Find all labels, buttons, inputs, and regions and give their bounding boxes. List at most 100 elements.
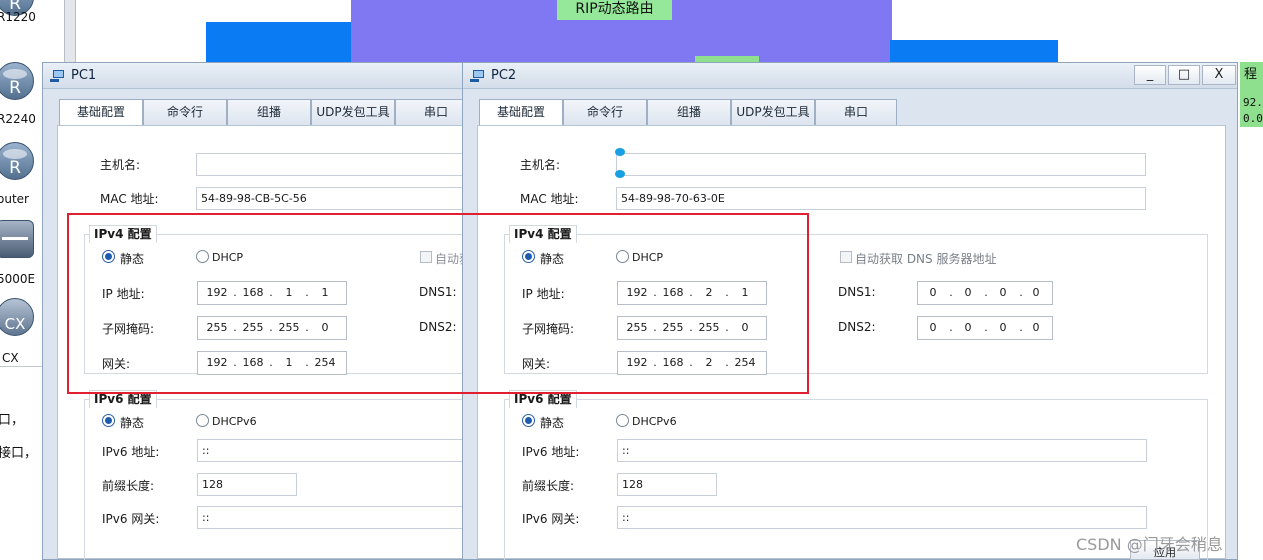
- dns1-input[interactable]: 0. 0. 0. 0: [917, 281, 1053, 305]
- tab-multicast[interactable]: 组播: [647, 99, 731, 125]
- mac-input[interactable]: 54-89-98-70-63-0E: [616, 187, 1146, 210]
- static-v6-label: 静态: [540, 416, 565, 430]
- dhcp-label: DHCP: [632, 251, 664, 264]
- mac-input[interactable]: 54-89-98-CB-5C-56: [196, 187, 486, 210]
- ipv6-gateway-label: IPv6 网关:: [102, 512, 160, 526]
- static-v6-radio[interactable]: [522, 414, 535, 427]
- device-cx[interactable]: CX CX: [0, 298, 42, 376]
- device-router[interactable]: R outer: [0, 142, 42, 220]
- static-v6-radio[interactable]: [102, 414, 115, 427]
- auto-dns-checkbox[interactable]: [840, 251, 852, 263]
- device-r2240[interactable]: R R2240: [0, 62, 42, 140]
- device-label: R1220: [0, 10, 36, 24]
- gateway-input[interactable]: 192. 168. 1. 254: [197, 351, 347, 375]
- pc2-config-window: PC2 _ □ X 基础配置 命令行 组播 UDP发包工具 串口 主机名: MA…: [462, 62, 1238, 560]
- hostname-input[interactable]: [196, 153, 486, 176]
- auto-dns-checkbox[interactable]: [420, 251, 432, 263]
- window-title: PC2: [491, 68, 517, 83]
- device-r1220[interactable]: R R1220: [0, 0, 42, 56]
- minimize-button[interactable]: _: [1134, 65, 1166, 85]
- hostname-input[interactable]: [616, 153, 1146, 176]
- dns2-label: DNS2:: [419, 320, 457, 334]
- ipv4-group: IPv4 配置 静态 DHCP 自动获 IP 地址: 192. 168. 1. …: [84, 225, 504, 375]
- loading-icon: [615, 148, 625, 156]
- side-note-line: 92.: [1243, 96, 1263, 109]
- pc-icon: [470, 69, 486, 83]
- ipv6-group-title: IPv6 配置: [509, 390, 577, 408]
- dhcpv6-radio[interactable]: [196, 414, 209, 427]
- ipv6-address-input[interactable]: ::: [197, 439, 497, 462]
- dhcpv6-radio[interactable]: [616, 414, 629, 427]
- static-label: 静态: [120, 252, 145, 266]
- palette-splitter[interactable]: [64, 0, 76, 62]
- prefix-length-label: 前缀长度:: [522, 479, 575, 493]
- tab-udp-tool[interactable]: UDP发包工具: [731, 99, 815, 125]
- tab-serial[interactable]: 串口: [815, 99, 897, 125]
- hostname-label: 主机名:: [100, 158, 141, 172]
- gateway-input[interactable]: 192. 168. 2. 254: [617, 351, 767, 375]
- router-icon: R: [0, 142, 34, 180]
- mac-label: MAC 地址:: [100, 192, 159, 206]
- hostname-label: 主机名:: [520, 158, 561, 172]
- tab-basic-config[interactable]: 基础配置: [479, 99, 563, 125]
- prefix-length-label: 前缀长度:: [102, 479, 155, 493]
- ipv6-address-input[interactable]: ::: [617, 439, 1147, 462]
- mask-label: 子网掩码:: [522, 322, 575, 336]
- ipv4-group-title: IPv4 配置: [89, 225, 157, 243]
- device-5000e[interactable]: 5000E: [0, 220, 42, 298]
- gateway-label: 网关:: [102, 357, 131, 371]
- ipv4-group-title: IPv4 配置: [509, 225, 577, 243]
- static-label: 静态: [540, 252, 565, 266]
- gateway-label: 网关:: [522, 357, 551, 371]
- tab-udp-tool[interactable]: UDP发包工具: [311, 99, 395, 125]
- tab-command-line[interactable]: 命令行: [563, 99, 647, 125]
- side-note-line: 0.0: [1243, 112, 1263, 125]
- maximize-button[interactable]: □: [1168, 65, 1200, 85]
- mask-label: 子网掩码:: [102, 322, 155, 336]
- pc1-basic-panel: 主机名: MAC 地址: 54-89-98-CB-5C-56 IPv4 配置 静…: [57, 125, 504, 560]
- dns1-label: DNS1:: [419, 285, 457, 299]
- static-radio[interactable]: [102, 250, 115, 263]
- ip-address-input[interactable]: 192. 168. 2. 1: [617, 281, 767, 305]
- close-button[interactable]: X: [1202, 65, 1236, 85]
- ipv6-gateway-input[interactable]: ::: [197, 506, 497, 529]
- ip-label: IP 地址:: [102, 287, 145, 301]
- switch-icon: [0, 220, 34, 258]
- pc1-titlebar[interactable]: PC1: [43, 63, 465, 89]
- dns2-input[interactable]: 0. 0. 0. 0: [917, 316, 1053, 340]
- device-palette: R R1220 R R2240 R outer 5000E CX CX 口， 接…: [0, 0, 42, 560]
- dhcp-radio[interactable]: [616, 250, 629, 263]
- prefix-length-input[interactable]: 128: [197, 473, 297, 496]
- auto-dns-label: 自动获取 DNS 服务器地址: [855, 252, 997, 266]
- subnet-mask-input[interactable]: 255. 255. 255. 0: [197, 316, 347, 340]
- dns2-label: DNS2:: [838, 320, 876, 334]
- prefix-length-input[interactable]: 128: [617, 473, 717, 496]
- router-icon: R: [0, 62, 34, 100]
- tab-multicast[interactable]: 组播: [227, 99, 311, 125]
- area-left: [206, 22, 354, 62]
- tab-basic-config[interactable]: 基础配置: [59, 99, 143, 125]
- ipv6-gateway-input[interactable]: ::: [617, 506, 1147, 529]
- description-line: 口，: [0, 413, 25, 428]
- device-label: 5000E: [0, 272, 36, 286]
- dns1-label: DNS1:: [838, 285, 876, 299]
- ipv6-group: IPv6 配置 静态 DHCPv6 IPv6 地址: :: 前缀长度: 128 …: [84, 390, 504, 560]
- area-right: [890, 40, 1058, 62]
- pc2-titlebar[interactable]: PC2 _ □ X: [463, 63, 1237, 89]
- device-label: outer: [0, 192, 29, 206]
- watermark: CSDN @门牙会稍息: [1076, 535, 1223, 554]
- window-title: PC1: [71, 68, 97, 83]
- ipv4-group: IPv4 配置 静态 DHCP 自动获取 DNS 服务器地址 IP 地址: 19…: [504, 225, 1208, 375]
- dhcp-radio[interactable]: [196, 250, 209, 263]
- ip-label: IP 地址:: [522, 287, 565, 301]
- ip-address-input[interactable]: 192. 168. 1. 1: [197, 281, 347, 305]
- dhcpv6-label: DHCPv6: [632, 415, 677, 428]
- static-radio[interactable]: [522, 250, 535, 263]
- subnet-mask-input[interactable]: 255. 255. 255. 0: [617, 316, 767, 340]
- rip-area-label[interactable]: RIP动态路由: [557, 0, 672, 20]
- cx-device-icon: CX: [0, 298, 34, 336]
- loading-icon: [615, 170, 625, 178]
- device-label: R2240: [0, 112, 36, 126]
- dhcpv6-label: DHCPv6: [212, 415, 257, 428]
- tab-command-line[interactable]: 命令行: [143, 99, 227, 125]
